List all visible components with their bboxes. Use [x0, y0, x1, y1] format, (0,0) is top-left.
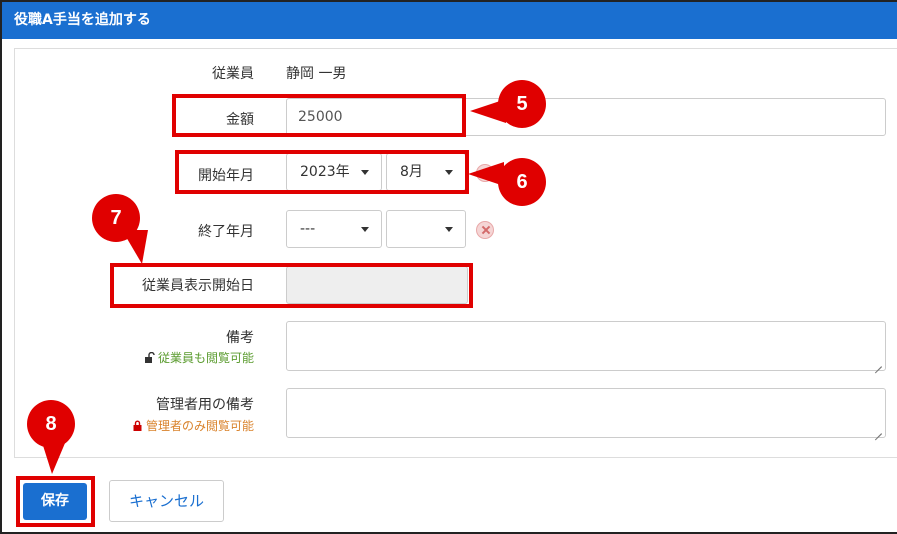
end-year-select[interactable]: ---	[286, 210, 382, 248]
remarks-textarea[interactable]	[286, 321, 886, 371]
modal-title: 役職A手当を追加する	[2, 2, 897, 39]
highlight-start	[175, 150, 469, 194]
remarks-note: 従業員も閲覧可能	[110, 349, 254, 366]
admin-remarks-label: 管理者用の備考	[156, 397, 254, 413]
employee-value: 静岡 一男	[286, 66, 347, 82]
highlight-save	[16, 476, 95, 527]
unlock-icon	[144, 351, 155, 363]
admin-remarks-note: 管理者のみ閲覧可能	[100, 417, 254, 434]
end-month-select[interactable]	[386, 210, 466, 248]
employee-label: 従業員	[212, 66, 254, 82]
annotation-badge-8: 8	[27, 400, 75, 448]
annotation-badge-5: 5	[498, 80, 546, 128]
chevron-down-icon	[445, 227, 453, 232]
lock-icon	[133, 420, 142, 431]
annotation-badge-7: 7	[92, 194, 140, 242]
clear-icon[interactable]	[476, 221, 494, 239]
annotation-badge-6: 6	[498, 158, 546, 206]
highlight-display-start	[110, 263, 473, 308]
end-year-value: ---	[300, 221, 316, 237]
highlight-amount	[172, 94, 466, 137]
cancel-button[interactable]: キャンセル	[109, 480, 224, 522]
end-label: 終了年月	[198, 224, 254, 240]
remarks-label: 備考	[226, 330, 254, 346]
remarks-note-text: 従業員も閲覧可能	[157, 351, 254, 365]
resize-handle-icon[interactable]	[874, 426, 882, 434]
admin-remarks-note-text: 管理者のみ閲覧可能	[145, 419, 254, 433]
chevron-down-icon	[361, 227, 369, 232]
resize-handle-icon[interactable]	[874, 359, 882, 367]
admin-remarks-textarea[interactable]	[286, 388, 886, 438]
